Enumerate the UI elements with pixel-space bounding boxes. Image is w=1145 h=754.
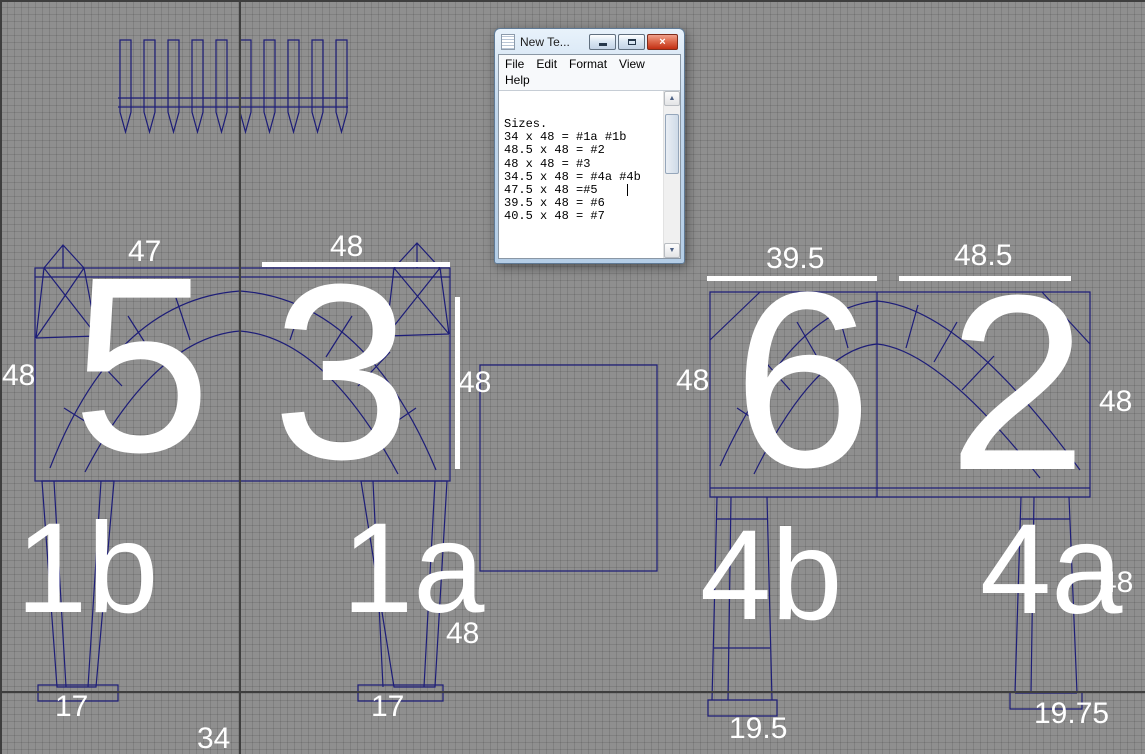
menu-format[interactable]: Format (563, 56, 613, 72)
text-caret (627, 184, 628, 196)
scroll-up-icon: ▲ (668, 95, 676, 102)
notepad-document-icon (501, 33, 515, 50)
maximize-icon (627, 38, 636, 45)
vertical-scrollbar[interactable]: ▲ ▼ (663, 91, 680, 258)
text-line: 48 x 48 = #3 (504, 156, 591, 171)
notepad-client-area: File Edit Format View Help Sizes. 34 x 4… (498, 54, 681, 259)
viewport-canvas[interactable]: 5 3 6 2 1b 1a 4b 4a 47 48 39.5 48.5 48 4… (0, 0, 1145, 754)
dim-17-bottom-left: 17 (55, 690, 89, 723)
dim-39-5-top-of-6: 39.5 (766, 242, 825, 275)
scroll-down-button[interactable]: ▼ (664, 243, 680, 258)
piece-label-3: 3 (272, 232, 412, 511)
notepad-window: New Te... × File Edit Format View Help S… (494, 28, 685, 264)
notepad-titlebar[interactable]: New Te... × (498, 29, 681, 54)
scrollbar-track[interactable] (664, 106, 680, 243)
dim-48-right-of-3: 48 (458, 366, 492, 399)
dim-19-5-bottom: 19.5 (729, 712, 788, 745)
viewport-top-edge (0, 0, 1145, 2)
dim-34-bottom: 34 (197, 722, 231, 754)
piece-label-5: 5 (72, 225, 212, 504)
minimize-icon (598, 43, 607, 46)
dim-48-top-of-3: 48 (330, 230, 364, 263)
dim-47-top-left: 47 (128, 235, 162, 268)
minimize-button[interactable] (589, 33, 616, 50)
text-line: 48.5 x 48 = #2 (504, 143, 605, 158)
scrollbar-thumb[interactable] (665, 114, 679, 174)
piece-label-4b: 4b (700, 504, 843, 647)
piece-label-1a: 1a (342, 497, 485, 640)
maximize-button[interactable] (618, 33, 645, 50)
piece-label-6: 6 (733, 240, 873, 519)
axis-line-horizontal (0, 691, 1145, 693)
notepad-menubar: File Edit Format View Help (499, 55, 680, 90)
menu-view[interactable]: View (613, 56, 651, 72)
close-icon: × (659, 35, 666, 48)
wireframe-middle-rect (479, 364, 658, 572)
menu-file[interactable]: File (499, 56, 530, 72)
dim-48-right-upper: 48 (1099, 385, 1133, 418)
menu-help[interactable]: Help (499, 72, 536, 88)
window-title: New Te... (520, 34, 570, 49)
piece-label-2: 2 (948, 243, 1088, 522)
dim-48-left-of-6: 48 (676, 364, 710, 397)
wireframe-comb (118, 39, 348, 135)
close-button[interactable]: × (647, 33, 678, 50)
scroll-up-button[interactable]: ▲ (664, 91, 680, 106)
dim-48-right-lower: 48 (1100, 566, 1134, 599)
dim-17-bottom-mid: 17 (371, 690, 405, 723)
axis-line-vertical (239, 0, 241, 754)
dim-19-75-bottom: 19.75 (1034, 697, 1110, 730)
dim-48-5-top-of-2: 48.5 (954, 239, 1013, 272)
menu-edit[interactable]: Edit (530, 56, 563, 72)
text-line: 40.5 x 48 = #7 (504, 209, 605, 224)
dim-48-below-mid: 48 (446, 617, 480, 650)
dim-48-left-edge: 48 (2, 359, 36, 392)
notepad-text-area[interactable]: Sizes. 34 x 48 = #1a #1b 48.5 x 48 = #2 … (499, 91, 663, 258)
scroll-down-icon: ▼ (668, 247, 676, 254)
piece-label-1b: 1b (16, 497, 159, 640)
